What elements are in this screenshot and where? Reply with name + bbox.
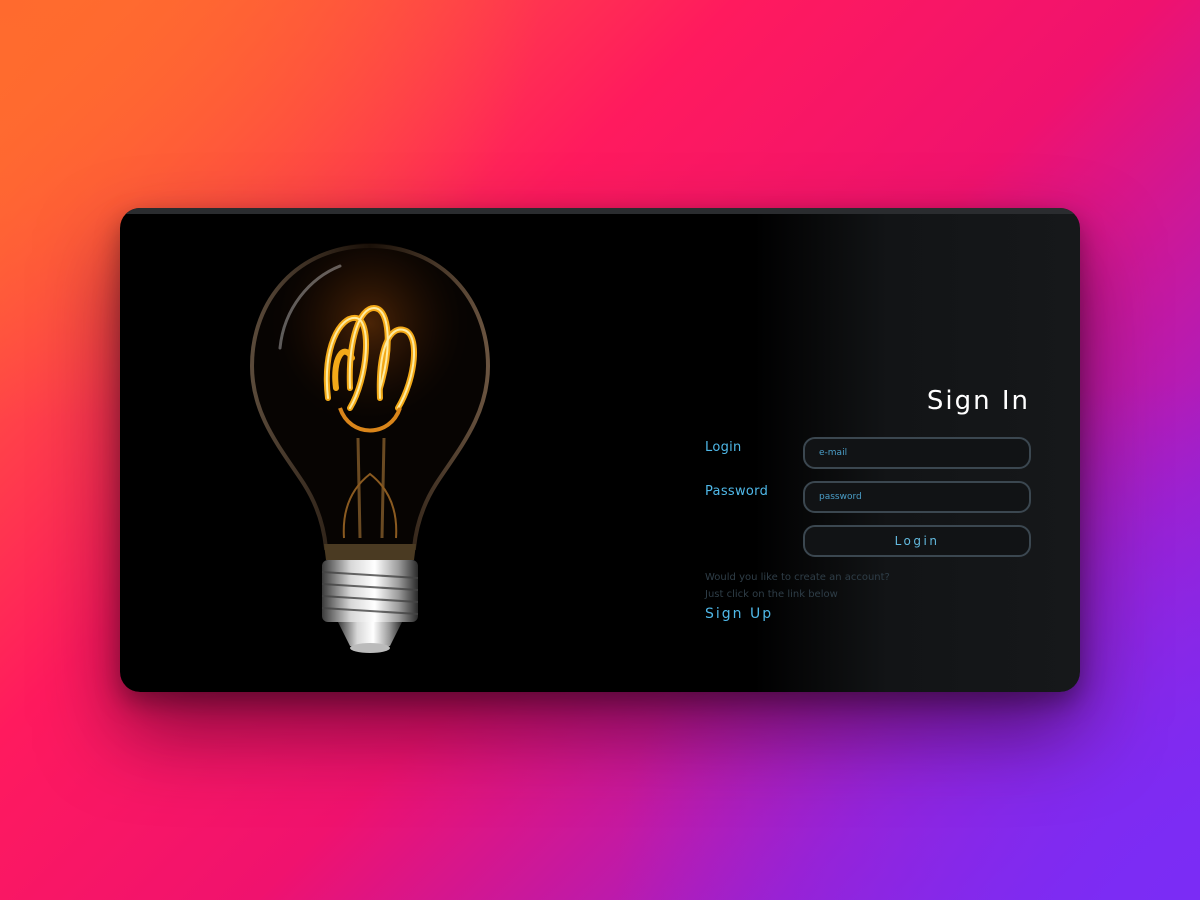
sign-in-form: Sign In Login Password Login Would you l…	[120, 208, 1080, 692]
signup-prompt-line-1: Would you like to create an account?	[705, 572, 890, 583]
login-label: Login	[705, 440, 742, 455]
sign-in-card: Sign In Login Password Login Would you l…	[120, 208, 1080, 692]
signup-prompt-line-2: Just click on the link below	[705, 589, 838, 600]
password-field[interactable]	[803, 481, 1031, 513]
page-title: Sign In	[926, 386, 1030, 416]
email-field[interactable]	[803, 437, 1031, 469]
sign-up-link[interactable]: Sign Up	[705, 606, 773, 622]
login-button[interactable]: Login	[803, 525, 1031, 557]
password-label: Password	[705, 484, 769, 499]
